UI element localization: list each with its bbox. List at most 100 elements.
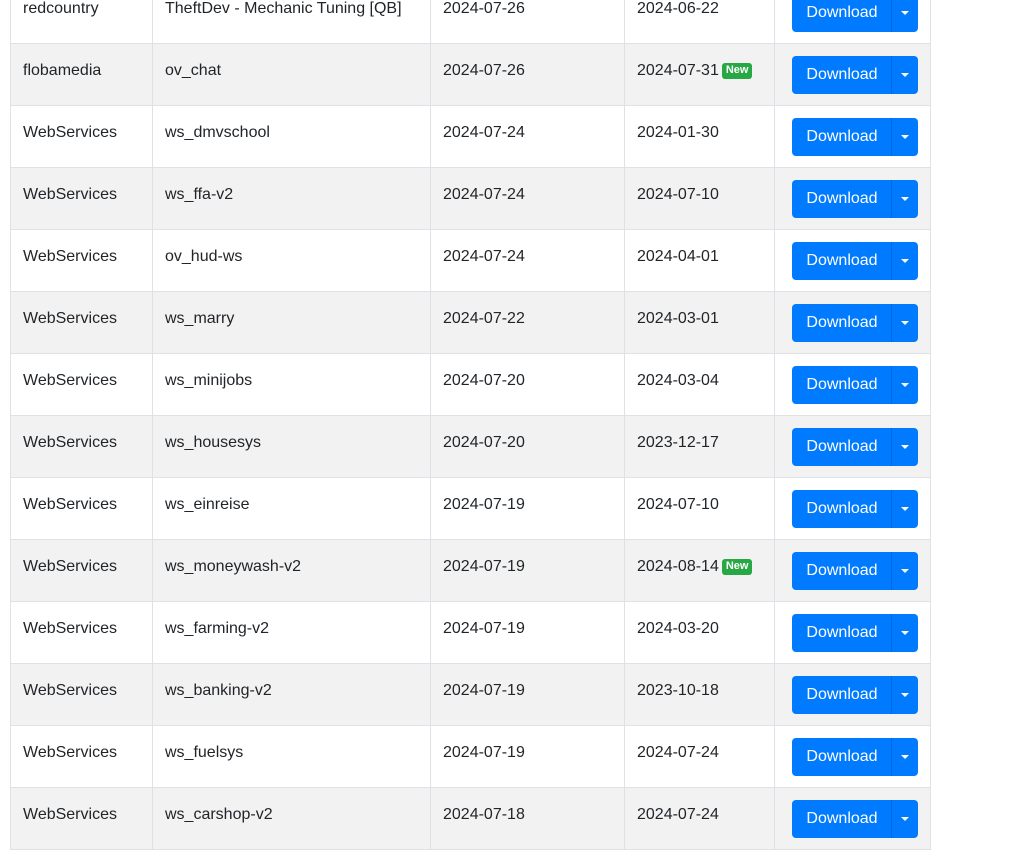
updated-date: 2023-12-17 <box>637 434 719 451</box>
resource-name: ws_einreise <box>165 496 250 513</box>
caret-down-icon <box>901 197 909 201</box>
actions-cell: Download <box>774 167 931 230</box>
actions-cell: Download <box>774 787 931 850</box>
download-dropdown-toggle[interactable] <box>892 0 918 32</box>
author-cell: WebServices <box>10 601 153 664</box>
updated-date-cell: 2024-04-01 <box>624 229 775 292</box>
uploaded-date: 2024-07-18 <box>443 806 525 823</box>
updated-date: 2024-04-01 <box>637 248 719 265</box>
download-button[interactable]: Download <box>792 738 892 776</box>
resource-name-cell: ws_dmvschool <box>152 105 431 168</box>
download-dropdown-toggle[interactable] <box>892 738 918 776</box>
resources-table-container: redcountry TheftDev - Mechanic Tuning [Q… <box>10 0 931 850</box>
uploaded-date: 2024-07-24 <box>443 124 525 141</box>
download-button[interactable]: Download <box>792 56 892 94</box>
table-row: flobamedia ov_chat 2024-07-26 2024-07-31… <box>10 43 931 106</box>
caret-down-icon <box>901 73 909 77</box>
download-button[interactable]: Download <box>792 614 892 652</box>
uploaded-date: 2024-07-19 <box>443 558 525 575</box>
uploaded-date-cell: 2024-07-24 <box>430 229 625 292</box>
uploaded-date-cell: 2024-07-18 <box>430 787 625 850</box>
download-button[interactable]: Download <box>792 0 892 32</box>
updated-date-cell: 2024-07-10 <box>624 167 775 230</box>
download-dropdown-toggle[interactable] <box>892 676 918 714</box>
resource-name-cell: ws_banking-v2 <box>152 663 431 726</box>
download-dropdown-toggle[interactable] <box>892 242 918 280</box>
actions-cell: Download <box>774 663 931 726</box>
actions-cell: Download <box>774 539 931 602</box>
caret-down-icon <box>901 507 909 511</box>
resources-table-body: redcountry TheftDev - Mechanic Tuning [Q… <box>10 0 931 850</box>
download-dropdown-toggle[interactable] <box>892 56 918 94</box>
updated-date: 2024-08-14 <box>637 558 719 575</box>
download-button[interactable]: Download <box>792 800 892 838</box>
updated-date: 2024-07-10 <box>637 496 719 513</box>
download-button[interactable]: Download <box>792 180 892 218</box>
updated-date-cell: 2024-08-14 New <box>624 539 775 602</box>
uploaded-date: 2024-07-20 <box>443 434 525 451</box>
download-button-group: Download <box>792 800 918 838</box>
updated-date: 2024-03-20 <box>637 620 719 637</box>
uploaded-date-cell: 2024-07-26 <box>430 0 625 44</box>
actions-cell: Download <box>774 229 931 292</box>
author-cell: WebServices <box>10 291 153 354</box>
download-dropdown-toggle[interactable] <box>892 552 918 590</box>
author-name: WebServices <box>23 434 117 451</box>
resource-name: ws_housesys <box>165 434 262 451</box>
download-button[interactable]: Download <box>792 118 892 156</box>
download-dropdown-toggle[interactable] <box>892 428 918 466</box>
resource-name-cell: ws_minijobs <box>152 353 431 416</box>
download-button[interactable]: Download <box>792 552 892 590</box>
author-cell: WebServices <box>10 477 153 540</box>
download-dropdown-toggle[interactable] <box>892 490 918 528</box>
updated-date: 2024-03-01 <box>637 310 719 327</box>
uploaded-date: 2024-07-22 <box>443 310 525 327</box>
uploaded-date: 2024-07-19 <box>443 744 525 761</box>
download-button[interactable]: Download <box>792 676 892 714</box>
download-button-group: Download <box>792 118 918 156</box>
author-name: flobamedia <box>23 62 102 79</box>
download-dropdown-toggle[interactable] <box>892 180 918 218</box>
download-dropdown-toggle[interactable] <box>892 366 918 404</box>
resource-name-cell: TheftDev - Mechanic Tuning [QB] <box>152 0 431 44</box>
author-name: WebServices <box>23 744 117 761</box>
actions-cell: Download <box>774 601 931 664</box>
author-cell: WebServices <box>10 725 153 788</box>
uploaded-date: 2024-07-19 <box>443 496 525 513</box>
download-button[interactable]: Download <box>792 304 892 342</box>
actions-cell: Download <box>774 291 931 354</box>
download-dropdown-toggle[interactable] <box>892 800 918 838</box>
download-button[interactable]: Download <box>792 490 892 528</box>
download-button-group: Download <box>792 490 918 528</box>
download-button[interactable]: Download <box>792 366 892 404</box>
author-cell: WebServices <box>10 229 153 292</box>
author-name: WebServices <box>23 186 117 203</box>
download-dropdown-toggle[interactable] <box>892 304 918 342</box>
download-button-group: Download <box>792 0 918 32</box>
new-badge: New <box>721 63 753 79</box>
actions-cell: Download <box>774 353 931 416</box>
uploaded-date: 2024-07-26 <box>443 62 525 79</box>
updated-date: 2024-07-24 <box>637 744 719 761</box>
resource-name: ws_marry <box>165 310 235 327</box>
download-dropdown-toggle[interactable] <box>892 614 918 652</box>
updated-date-cell: 2024-07-24 <box>624 725 775 788</box>
actions-cell: Download <box>774 105 931 168</box>
uploaded-date: 2024-07-19 <box>443 620 525 637</box>
author-name: WebServices <box>23 310 117 327</box>
author-name: WebServices <box>23 496 117 513</box>
download-button-group: Download <box>792 428 918 466</box>
author-cell: WebServices <box>10 415 153 478</box>
download-button[interactable]: Download <box>792 242 892 280</box>
download-button[interactable]: Download <box>792 428 892 466</box>
resource-name: ws_carshop-v2 <box>165 806 273 823</box>
updated-date: 2024-01-30 <box>637 124 719 141</box>
download-button-group: Download <box>792 242 918 280</box>
uploaded-date-cell: 2024-07-19 <box>430 539 625 602</box>
resource-name: ws_banking-v2 <box>165 682 272 699</box>
updated-date: 2024-07-10 <box>637 186 719 203</box>
author-name: WebServices <box>23 248 117 265</box>
updated-date: 2023-10-18 <box>637 682 719 699</box>
caret-down-icon <box>901 693 909 697</box>
download-dropdown-toggle[interactable] <box>892 118 918 156</box>
